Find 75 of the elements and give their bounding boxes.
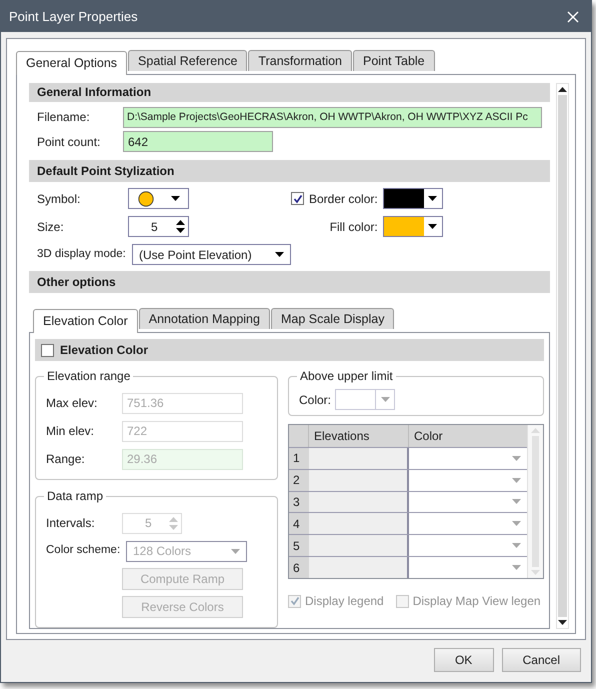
size-spinner[interactable]: 5 [128, 216, 189, 237]
row-header: 5 [289, 535, 309, 556]
field-label: Size: [37, 218, 65, 236]
tab[interactable]: Annotation Mapping [138, 308, 270, 329]
dialog-button[interactable]: Cancel [502, 648, 581, 672]
field-label: Color scheme: [46, 543, 122, 558]
filename-field[interactable]: D:\Sample Projects\GeoHECRAS\Akron, OH WWTP\Akron, OH WWTP\XYZ ASCII Pc [123, 106, 542, 128]
caret-icon [170, 196, 180, 201]
caret-icon [512, 478, 521, 483]
caret-icon [380, 397, 390, 402]
field-label: Symbol: [37, 190, 82, 208]
scrollbar[interactable] [556, 83, 569, 629]
row-header: 3 [289, 492, 309, 512]
field-label: Max elev: [46, 395, 98, 412]
elevation-cell[interactable] [309, 557, 409, 578]
caret-icon [275, 252, 284, 257]
checkbox-label: Display legend [305, 593, 384, 610]
field-label: 3D display mode: [37, 246, 127, 262]
field-label: Point count: [37, 134, 102, 151]
display-mode-dropdown[interactable]: (Use Point Elevation) [132, 244, 291, 265]
window-title: Point Layer Properties [9, 8, 138, 26]
field-label: Range: [46, 451, 86, 468]
field-label: Filename: [37, 109, 91, 126]
row-header: 6 [289, 557, 309, 578]
group-title: Above upper limit [297, 368, 396, 384]
checkbox[interactable] [396, 594, 409, 608]
fill-color-picker[interactable] [382, 216, 443, 237]
group-title: Elevation range [44, 368, 134, 384]
caret-icon [512, 456, 521, 461]
field-label: Min elev: [46, 423, 96, 440]
caret-icon [512, 565, 521, 570]
tab[interactable]: Elevation Color [33, 309, 138, 333]
elevation-cell[interactable] [309, 448, 409, 469]
dialog-button[interactable]: OK [434, 648, 494, 672]
row-header: 1 [289, 448, 309, 469]
checkbox-label: Display Map View legen [412, 593, 541, 610]
point-count-field[interactable]: 642 [123, 131, 273, 152]
section-header: General Information [29, 83, 550, 102]
caret-icon [512, 521, 521, 526]
field-label: Color: [299, 392, 332, 408]
column-header: Elevations [309, 425, 409, 447]
spin-arrows-icon [176, 219, 185, 234]
checkbox[interactable] [41, 344, 54, 356]
caret-icon [428, 224, 438, 229]
symbol-dropdown[interactable] [128, 188, 189, 209]
scroll-up-icon[interactable] [558, 87, 567, 92]
checkbox[interactable] [288, 594, 301, 608]
scroll-down-icon[interactable] [558, 620, 567, 625]
elevation-cell[interactable] [309, 492, 409, 512]
caret-icon [428, 196, 438, 201]
column-header: Color [413, 428, 444, 445]
tab[interactable]: Map Scale Display [270, 308, 394, 329]
tab[interactable]: General Options [16, 51, 128, 75]
border-color-picker[interactable] [382, 188, 443, 209]
tab[interactable]: Transformation [248, 50, 352, 71]
row-header: 4 [289, 513, 309, 534]
caret-icon [512, 543, 521, 548]
elevation-cell[interactable] [309, 535, 409, 556]
spin-arrows-icon [169, 516, 178, 530]
color-picker[interactable] [335, 389, 396, 410]
elevation-cell[interactable] [309, 513, 409, 534]
elevation-cell[interactable] [309, 470, 409, 491]
field-label: Fill color: [330, 218, 378, 236]
checkbox[interactable] [291, 192, 304, 205]
field-label: Intervals: [46, 515, 96, 532]
section-header: Default Point Stylization [29, 160, 550, 182]
close-icon [567, 10, 579, 22]
row-header: 2 [289, 470, 309, 491]
tab[interactable]: Point Table [353, 50, 435, 71]
field-label: Border color: [309, 190, 378, 208]
section-header: Other options [29, 271, 550, 293]
caret-icon [512, 499, 521, 504]
tab[interactable]: Spatial Reference [128, 50, 248, 71]
caret-icon [231, 548, 240, 554]
section-title: Elevation Color [60, 342, 148, 359]
